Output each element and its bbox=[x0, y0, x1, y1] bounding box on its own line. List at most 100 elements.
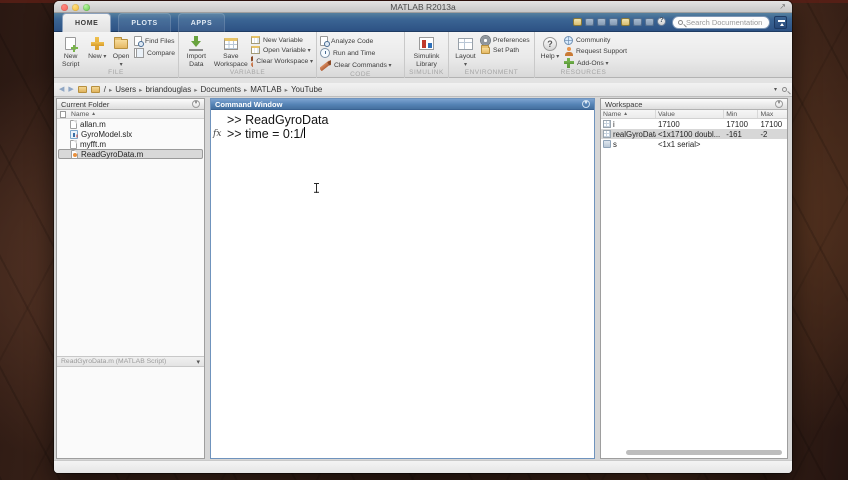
column-header-max[interactable]: Max bbox=[758, 110, 787, 118]
command-history-line: >> ReadGyroData bbox=[211, 113, 594, 127]
new-label: New bbox=[88, 53, 106, 61]
search-input[interactable] bbox=[686, 18, 766, 27]
up-folder-icon[interactable] bbox=[77, 86, 87, 93]
layout-icon bbox=[458, 37, 473, 50]
layout-button[interactable]: Layout bbox=[452, 34, 479, 69]
set-path-button[interactable]: Set Path bbox=[481, 45, 531, 54]
scrollbar-thumb[interactable] bbox=[626, 450, 782, 455]
variable-value: 17100 bbox=[658, 119, 680, 129]
community-globe-icon bbox=[564, 36, 573, 45]
preferences-button[interactable]: Preferences bbox=[481, 36, 531, 45]
fullscreen-icon[interactable]: ↗ bbox=[779, 2, 786, 12]
file-row-myfft[interactable]: myfft.m bbox=[57, 139, 204, 149]
file-row-readgyrodata-selected[interactable]: ReadGyroData.m bbox=[58, 149, 203, 159]
copy-icon[interactable] bbox=[597, 17, 606, 26]
run-and-time-button[interactable]: Run and Time bbox=[320, 48, 400, 58]
open-label: Open bbox=[111, 53, 131, 68]
file-name: ReadGyroData.m bbox=[81, 149, 144, 159]
new-script-button[interactable]: New Script bbox=[57, 34, 84, 69]
object-variable-icon bbox=[603, 140, 611, 148]
workspace-row-s[interactable]: s <1x1 serial> bbox=[601, 139, 787, 149]
current-folder-panel: Current Folder Name ▲ allan.m GyroModel bbox=[56, 98, 205, 459]
preferences-gear-icon bbox=[481, 36, 490, 45]
breadcrumb-separator: ▸ bbox=[109, 86, 113, 94]
help-button[interactable]: Help bbox=[538, 34, 562, 62]
analyze-code-label: Analyze Code bbox=[331, 37, 374, 45]
current-folder-menu-icon[interactable] bbox=[192, 100, 200, 108]
details-chevron-icon[interactable]: ▾ bbox=[196, 358, 200, 366]
workspace-title: Workspace bbox=[605, 99, 643, 109]
simulink-library-button[interactable]: Simulink Library bbox=[408, 34, 445, 69]
workspace-horizontal-scrollbar[interactable] bbox=[603, 449, 785, 456]
import-data-button[interactable]: Import Data bbox=[182, 34, 211, 69]
address-search-icon[interactable] bbox=[782, 87, 787, 92]
title-bar[interactable]: MATLAB R2013a ↗ bbox=[54, 1, 792, 13]
open-variable-button[interactable]: Open Variable bbox=[251, 46, 313, 54]
new-variable-button[interactable]: New Variable bbox=[251, 36, 313, 44]
ribbon-group-code: Analyze Code Run and Time Clear Commands… bbox=[316, 32, 404, 78]
request-support-button[interactable]: Request Support bbox=[564, 47, 628, 56]
switch-windows-icon[interactable] bbox=[645, 17, 654, 26]
breadcrumb-documents[interactable]: Documents bbox=[201, 85, 241, 94]
file-row-allan[interactable]: allan.m bbox=[57, 119, 204, 129]
analyze-code-button[interactable]: Analyze Code bbox=[320, 36, 400, 47]
current-folder-name-header[interactable]: Name ▲ bbox=[57, 110, 204, 119]
breadcrumb-root[interactable]: / bbox=[104, 85, 106, 94]
ribbon-group-simulink: Simulink Library SIMULINK bbox=[404, 32, 448, 78]
open-button[interactable]: Open bbox=[110, 34, 132, 69]
save-workspace-label: Save Workspace bbox=[213, 53, 248, 68]
command-window-body[interactable]: >> ReadGyroData fx >> time = 0:1/ bbox=[211, 110, 594, 458]
file-details-bar[interactable]: ReadGyroData.m (MATLAB Script) ▾ bbox=[57, 356, 204, 367]
file-row-gyromodel[interactable]: GyroModel.slx bbox=[57, 129, 204, 139]
column-header-min[interactable]: Min bbox=[724, 110, 759, 118]
variable-quick-icon[interactable] bbox=[573, 17, 582, 26]
breadcrumb-users[interactable]: Users bbox=[115, 85, 136, 94]
workspace-row-i[interactable]: i 17100 17100 17100 bbox=[601, 119, 787, 129]
community-button[interactable]: Community bbox=[564, 36, 628, 45]
new-icon bbox=[90, 37, 104, 50]
files-stack-icon bbox=[60, 110, 66, 118]
address-dropdown-icon[interactable]: ▾ bbox=[774, 86, 777, 93]
clear-commands-button[interactable]: Clear Commands bbox=[320, 60, 400, 71]
tab-plots[interactable]: PLOTS bbox=[118, 13, 171, 32]
forward-arrow-icon[interactable]: ▶ bbox=[68, 83, 73, 97]
breadcrumb-youtube[interactable]: YouTube bbox=[291, 85, 322, 94]
cut-icon[interactable] bbox=[585, 17, 594, 26]
search-documentation-box[interactable] bbox=[672, 16, 770, 29]
command-current-line[interactable]: fx >> time = 0:1/ bbox=[211, 127, 594, 141]
sort-ascending-icon: ▲ bbox=[91, 111, 97, 117]
find-files-button[interactable]: Find Files bbox=[134, 36, 175, 47]
minimize-toolstrip-button[interactable] bbox=[774, 16, 787, 29]
workspace-menu-icon[interactable] bbox=[775, 100, 783, 108]
back-arrow-icon[interactable]: ◀ bbox=[59, 83, 64, 97]
name-column-label: Name bbox=[71, 110, 90, 118]
sort-ascending-icon: ▲ bbox=[623, 111, 629, 117]
column-header-value[interactable]: Value bbox=[656, 110, 725, 118]
browse-folder-icon[interactable] bbox=[90, 86, 100, 93]
window-title: MATLAB R2013a bbox=[390, 2, 456, 12]
clear-workspace-button[interactable]: Clear Workspace bbox=[251, 56, 313, 67]
help-quick-icon[interactable] bbox=[657, 17, 666, 26]
add-ons-button[interactable]: Add-Ons bbox=[564, 58, 628, 68]
save-workspace-button[interactable]: Save Workspace bbox=[213, 34, 249, 69]
text-caret bbox=[303, 127, 305, 138]
column-header-name[interactable]: Name ▲ bbox=[601, 110, 656, 118]
breadcrumb-matlab[interactable]: MATLAB bbox=[250, 85, 281, 94]
tab-home[interactable]: HOME bbox=[62, 13, 112, 32]
add-ons-label: Add-Ons bbox=[577, 60, 609, 67]
variable-name: s bbox=[613, 139, 617, 149]
new-button[interactable]: New bbox=[86, 34, 108, 62]
ribbon-group-file-label: FILE bbox=[108, 69, 124, 77]
new-script-label: New Script bbox=[61, 53, 80, 68]
redo-icon[interactable] bbox=[633, 17, 642, 26]
compare-button[interactable]: Compare bbox=[134, 48, 175, 58]
fx-icon[interactable]: fx bbox=[211, 127, 227, 141]
breadcrumb-briandouglas[interactable]: briandouglas bbox=[145, 85, 191, 94]
tab-apps[interactable]: APPS bbox=[177, 13, 226, 32]
paste-icon[interactable] bbox=[609, 17, 618, 26]
variable-min: -161 bbox=[726, 129, 742, 139]
workspace-row-realgyrodata-selected[interactable]: realGyroData <1x17100 doubl... -161 -2 bbox=[601, 129, 787, 139]
command-window-menu-icon[interactable] bbox=[582, 100, 590, 108]
run-and-time-label: Run and Time bbox=[333, 49, 376, 57]
undo-icon[interactable] bbox=[621, 17, 630, 26]
